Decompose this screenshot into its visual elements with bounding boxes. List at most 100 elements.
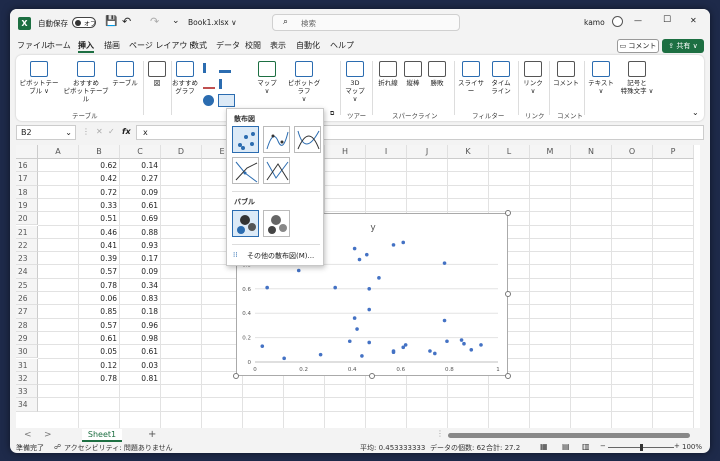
cell-c31[interactable]: 0.03 (120, 359, 161, 372)
cell-c26[interactable]: 0.83 (120, 292, 161, 305)
zoom-level[interactable]: 100% (682, 443, 702, 451)
cell-c25[interactable]: 0.34 (120, 279, 161, 292)
column-header-h[interactable]: H (325, 145, 366, 159)
tab-file[interactable]: ファイル (17, 40, 49, 51)
comment-button[interactable]: コメント (552, 61, 580, 87)
add-sheet-button[interactable]: + (148, 429, 156, 440)
tab-page-layout[interactable]: ページ レイアウト (129, 40, 195, 51)
column-header-p[interactable]: P (653, 145, 694, 159)
scatter-smooth-markers-thumb[interactable] (263, 126, 290, 153)
column-header-i[interactable]: I (366, 145, 407, 159)
column-chart-icon[interactable] (203, 63, 215, 73)
cancel-icon[interactable]: ✕ (96, 127, 103, 136)
cell-b32[interactable]: 0.78 (79, 372, 120, 385)
row-header[interactable]: 25 (16, 278, 38, 292)
cell-b24[interactable]: 0.57 (79, 265, 120, 278)
sheet-prev-button[interactable]: < (24, 430, 32, 440)
tab-help[interactable]: ヘルプ (330, 40, 354, 51)
row-header[interactable]: 23 (16, 252, 38, 266)
pivot-chart-button[interactable]: ピボットグラフ ∨ (286, 61, 322, 103)
row-header[interactable]: 16 (16, 159, 38, 173)
status-average[interactable]: 平均: 0.453333333 (360, 443, 425, 453)
stat-chart-icon[interactable] (219, 79, 231, 89)
horizontal-scrollbar[interactable] (448, 433, 690, 438)
row-header[interactable]: 28 (16, 318, 38, 332)
sparkline-winloss-button[interactable]: 勝敗 (426, 61, 448, 87)
cell-c33[interactable] (120, 385, 161, 398)
scatter-chart-icon[interactable] (218, 94, 235, 107)
cell-c29[interactable]: 0.98 (120, 332, 161, 345)
cell-c19[interactable]: 0.61 (120, 199, 161, 212)
tab-sheet1[interactable]: Sheet1 (82, 429, 122, 442)
cell-c27[interactable]: 0.18 (120, 305, 161, 318)
cell-b17[interactable]: 0.42 (79, 172, 120, 185)
tab-home[interactable]: ホーム (47, 40, 71, 51)
row-header[interactable]: 24 (16, 265, 38, 279)
avatar[interactable] (612, 16, 623, 27)
row-header[interactable]: 22 (16, 238, 38, 253)
row-header[interactable]: 34 (16, 398, 38, 412)
comments-button[interactable]: ▭ コメント (617, 39, 659, 53)
cell-c18[interactable]: 0.09 (120, 186, 161, 199)
timeline-button[interactable]: タイム ライン (488, 61, 514, 95)
row-header[interactable]: 33 (16, 385, 38, 399)
scatter-smooth-thumb[interactable] (294, 126, 321, 153)
save-icon[interactable]: 💾 (105, 16, 117, 27)
cell-b26[interactable]: 0.06 (79, 292, 120, 305)
page-break-view-icon[interactable]: ▥ (582, 442, 590, 451)
tab-formulas[interactable]: 数式 (191, 40, 207, 51)
cell-c28[interactable]: 0.96 (120, 319, 161, 332)
cell-b25[interactable]: 0.78 (79, 279, 120, 292)
slicer-button[interactable]: スライサー (456, 61, 486, 95)
redo-icon[interactable]: ↷ (150, 15, 159, 28)
maximize-button[interactable]: ☐ (663, 15, 671, 25)
undo-icon[interactable]: ↶ (122, 15, 131, 28)
row-header[interactable]: 26 (16, 292, 38, 306)
formula-input[interactable]: x (136, 125, 704, 140)
cell-c32[interactable]: 0.81 (120, 372, 161, 385)
scatter-straight-thumb[interactable] (263, 157, 290, 184)
minimize-button[interactable]: — (634, 16, 642, 25)
cell-b33[interactable] (79, 385, 120, 398)
symbol-button[interactable]: 記号と 特殊文字 ∨ (618, 61, 656, 95)
accessibility-status[interactable]: アクセシビリティ: 問題ありません (64, 443, 173, 453)
row-header[interactable]: 19 (16, 198, 38, 213)
name-box[interactable]: B2 ⌄ (16, 125, 76, 140)
cell-c30[interactable]: 0.61 (120, 345, 161, 358)
text-button[interactable]: テキスト ∨ (586, 61, 616, 95)
user-name[interactable]: kamo (584, 18, 605, 27)
enter-icon[interactable]: ✓ (108, 127, 115, 136)
more-scatter-charts-link[interactable]: その他の散布図(M)... (247, 251, 314, 261)
collapse-ribbon-icon[interactable]: ⌄ (692, 108, 699, 117)
column-header-l[interactable]: L (489, 145, 530, 159)
column-header-d[interactable]: D (161, 145, 202, 159)
cell-b27[interactable]: 0.85 (79, 305, 120, 318)
cell-b30[interactable]: 0.05 (79, 345, 120, 358)
row-header[interactable]: 32 (16, 371, 38, 386)
status-sum[interactable]: 合計: 27.2 (486, 443, 520, 453)
3d-map-button[interactable]: 3D マップ ∨ (342, 61, 368, 103)
column-header-c[interactable]: C (120, 145, 161, 159)
cell-c22[interactable]: 0.93 (120, 239, 161, 252)
sheet-next-button[interactable]: > (44, 430, 52, 440)
scatter-straight-markers-thumb[interactable] (232, 157, 259, 184)
tab-data[interactable]: データ (216, 40, 240, 51)
cell-b28[interactable]: 0.57 (79, 319, 120, 332)
column-header-b[interactable]: B (79, 145, 120, 159)
cell-b29[interactable]: 0.61 (79, 332, 120, 345)
page-layout-view-icon[interactable]: ▤ (562, 442, 570, 451)
cell-c20[interactable]: 0.69 (120, 212, 161, 225)
resize-handle[interactable] (505, 291, 511, 297)
pivot-table-button[interactable]: ピボットテー ブル ∨ (19, 61, 59, 95)
chart-dialog-launcher-icon[interactable]: ⧉ (330, 110, 334, 118)
column-header-j[interactable]: J (407, 145, 448, 159)
cell-b22[interactable]: 0.41 (79, 239, 120, 252)
cell-b16[interactable]: 0.62 (79, 159, 120, 172)
zoom-slider-thumb[interactable] (640, 444, 643, 451)
column-header-m[interactable]: M (530, 145, 571, 159)
tab-draw[interactable]: 描画 (104, 40, 120, 51)
insert-function-button[interactable]: fx (122, 127, 131, 136)
cell-c21[interactable]: 0.88 (120, 226, 161, 239)
map-button[interactable]: マップ ∨ (256, 61, 278, 95)
file-name[interactable]: Book1.xlsx ∨ (188, 18, 237, 27)
